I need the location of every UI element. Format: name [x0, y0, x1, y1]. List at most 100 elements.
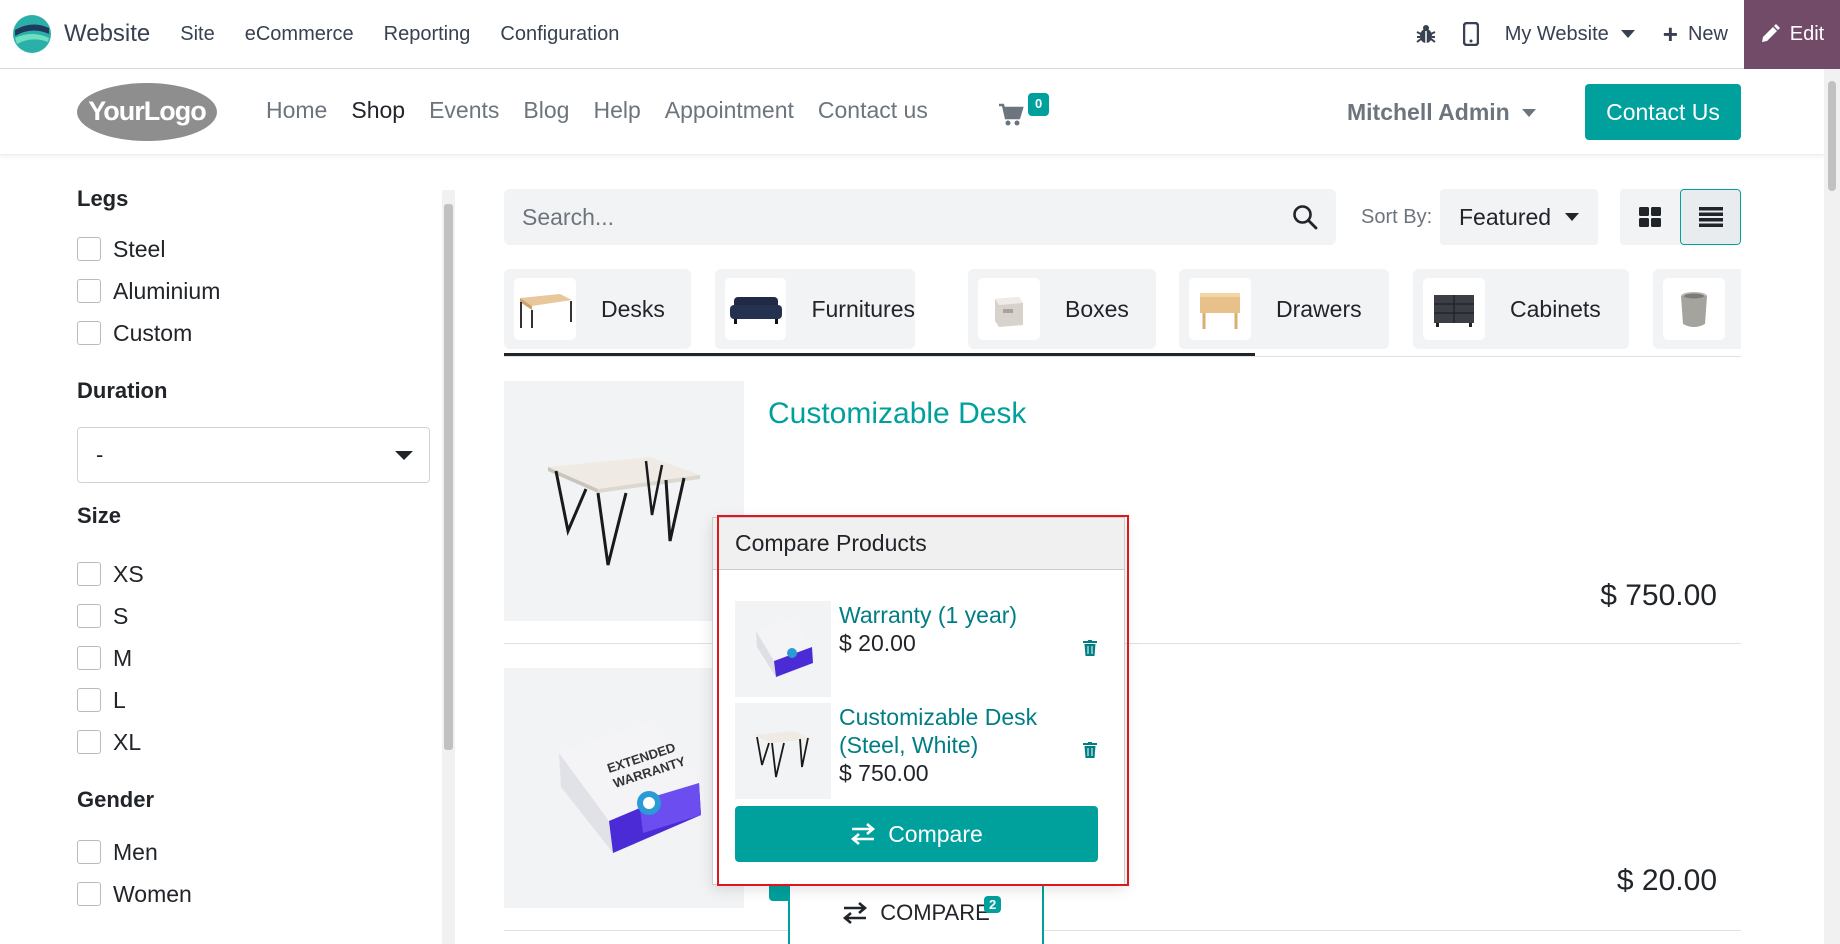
checkbox[interactable] — [77, 646, 101, 670]
compare-item-name[interactable]: Customizable Desk (Steel, White) — [839, 703, 1037, 759]
menu-site[interactable]: Site — [180, 23, 214, 46]
chevron-down-icon — [1620, 30, 1635, 38]
checkbox[interactable] — [77, 279, 101, 303]
search-input[interactable] — [522, 203, 1222, 231]
list-icon — [1698, 207, 1723, 227]
checkbox[interactable] — [77, 882, 101, 906]
menu-ecommerce[interactable]: eCommerce — [245, 23, 354, 46]
edit-button[interactable]: Edit — [1744, 0, 1840, 69]
category-cabinets[interactable]: Cabinets — [1413, 269, 1629, 349]
product-search — [504, 189, 1336, 245]
checkbox[interactable] — [77, 237, 101, 261]
site-logo[interactable]: YourLogo — [76, 82, 218, 142]
grid-view-button[interactable] — [1620, 189, 1680, 245]
category-drawers[interactable]: Drawers — [1179, 269, 1389, 349]
checkbox[interactable] — [77, 840, 101, 864]
filter-title-size: Size — [77, 503, 122, 528]
filter-group-legs: Legs Steel Aluminium Custom — [77, 186, 437, 354]
category-thumbnail — [1423, 278, 1485, 340]
page-scrollbar-thumb[interactable] — [1828, 81, 1836, 191]
website-app-icon — [13, 15, 51, 53]
nav-appointment[interactable]: Appointment — [665, 97, 794, 124]
compare-item-info: Customizable Desk (Steel, White) $ 750.00 — [839, 703, 1037, 799]
product-price: $ 750.00 — [1600, 579, 1717, 612]
admin-top-bar: Website Site eCommerce Reporting Configu… — [0, 0, 1840, 69]
compare-button[interactable]: Compare — [735, 806, 1098, 862]
filter-option-xl[interactable]: XL — [77, 721, 437, 763]
menu-configuration[interactable]: Configuration — [500, 23, 619, 46]
app-brand[interactable]: Website — [12, 14, 150, 54]
checkbox[interactable] — [77, 321, 101, 345]
nav-contact-us[interactable]: Contact us — [818, 97, 928, 124]
sidebar-scrollbar-thumb[interactable] — [444, 204, 453, 750]
compare-item-price: $ 20.00 — [839, 630, 916, 656]
sidebar-scrollbar[interactable] — [442, 190, 455, 944]
filter-option-l[interactable]: L — [77, 679, 437, 721]
filter-option-s[interactable]: S — [77, 595, 437, 637]
contact-us-button[interactable]: Contact Us — [1585, 84, 1741, 140]
category-boxes[interactable]: Boxes — [968, 269, 1156, 349]
mobile-preview-icon[interactable] — [1462, 22, 1479, 46]
product-name[interactable]: Customizable Desk — [768, 397, 1026, 431]
nav-events[interactable]: Events — [429, 97, 499, 124]
option-label: XS — [113, 560, 144, 587]
compare-count-badge: 2 — [984, 896, 1002, 913]
compare-item-thumbnail — [735, 601, 831, 697]
product-image[interactable] — [504, 381, 744, 621]
filter-option-custom[interactable]: Custom — [77, 312, 437, 354]
new-label: New — [1687, 22, 1728, 45]
checkbox[interactable] — [77, 730, 101, 754]
compare-item-price: $ 750.00 — [839, 760, 929, 786]
compare-fab-label: COMPARE — [880, 900, 990, 925]
filter-option-women[interactable]: Women — [77, 873, 437, 915]
sort-label: Sort By: — [1361, 206, 1433, 228]
duration-select[interactable]: - — [77, 427, 430, 483]
checkbox[interactable] — [77, 688, 101, 712]
filter-option-xs[interactable]: XS — [77, 553, 437, 595]
compare-floating-button[interactable]: COMPARE 2 — [788, 880, 1044, 944]
sort-dropdown[interactable]: Featured — [1440, 189, 1598, 245]
list-view-button[interactable] — [1680, 189, 1741, 245]
cart-count-badge: 0 — [1028, 93, 1050, 116]
search-icon[interactable] — [1292, 204, 1318, 230]
filter-option-steel[interactable]: Steel — [77, 228, 437, 270]
checkbox[interactable] — [77, 604, 101, 628]
category-label: Drawers — [1276, 295, 1362, 322]
category-label: Desks — [601, 295, 665, 322]
logo-text: YourLogo — [88, 96, 206, 126]
remove-compare-item-icon[interactable] — [1083, 640, 1097, 656]
compare-button-label: Compare — [888, 820, 983, 847]
app-title: Website — [64, 20, 151, 47]
category-furnitures[interactable]: Furnitures — [715, 269, 915, 349]
plus-icon: + — [1662, 19, 1678, 49]
option-label: M — [113, 644, 133, 671]
category-thumbnail — [1663, 278, 1725, 340]
compare-products-popover: Compare Products Warranty (1 year) $ 20.… — [712, 517, 1125, 885]
menu-reporting[interactable]: Reporting — [384, 23, 471, 46]
category-label: Boxes — [1065, 295, 1129, 322]
product-image[interactable]: EXTENDED WARRANTY — [504, 668, 744, 908]
new-button[interactable]: + New — [1663, 21, 1728, 47]
cart-link[interactable]: 0 — [998, 91, 1050, 127]
category-more[interactable] — [1653, 269, 1741, 349]
option-label: Women — [113, 880, 192, 907]
nav-blog[interactable]: Blog — [523, 97, 569, 124]
nav-home[interactable]: Home — [266, 97, 327, 124]
checkbox[interactable] — [77, 562, 101, 586]
filter-option-m[interactable]: M — [77, 637, 437, 679]
user-name: Mitchell Admin — [1347, 99, 1510, 125]
filter-option-men[interactable]: Men — [77, 831, 437, 873]
user-menu[interactable]: Mitchell Admin — [1347, 99, 1536, 126]
duration-select-value: - — [96, 442, 104, 467]
website-selector[interactable]: My Website — [1505, 23, 1635, 46]
category-desks[interactable]: Desks — [504, 269, 691, 349]
filter-option-aluminium[interactable]: Aluminium — [77, 270, 437, 312]
remove-compare-item-icon[interactable] — [1083, 742, 1097, 758]
admin-bar-right: My Website + New Edit — [1415, 0, 1840, 69]
debug-bug-icon[interactable] — [1415, 23, 1437, 45]
page-scrollbar[interactable] — [1824, 69, 1840, 944]
nav-shop[interactable]: Shop — [351, 97, 405, 124]
compare-item-name[interactable]: Warranty (1 year) — [839, 601, 1017, 629]
nav-help[interactable]: Help — [593, 97, 640, 124]
category-thumbnail — [725, 278, 787, 340]
